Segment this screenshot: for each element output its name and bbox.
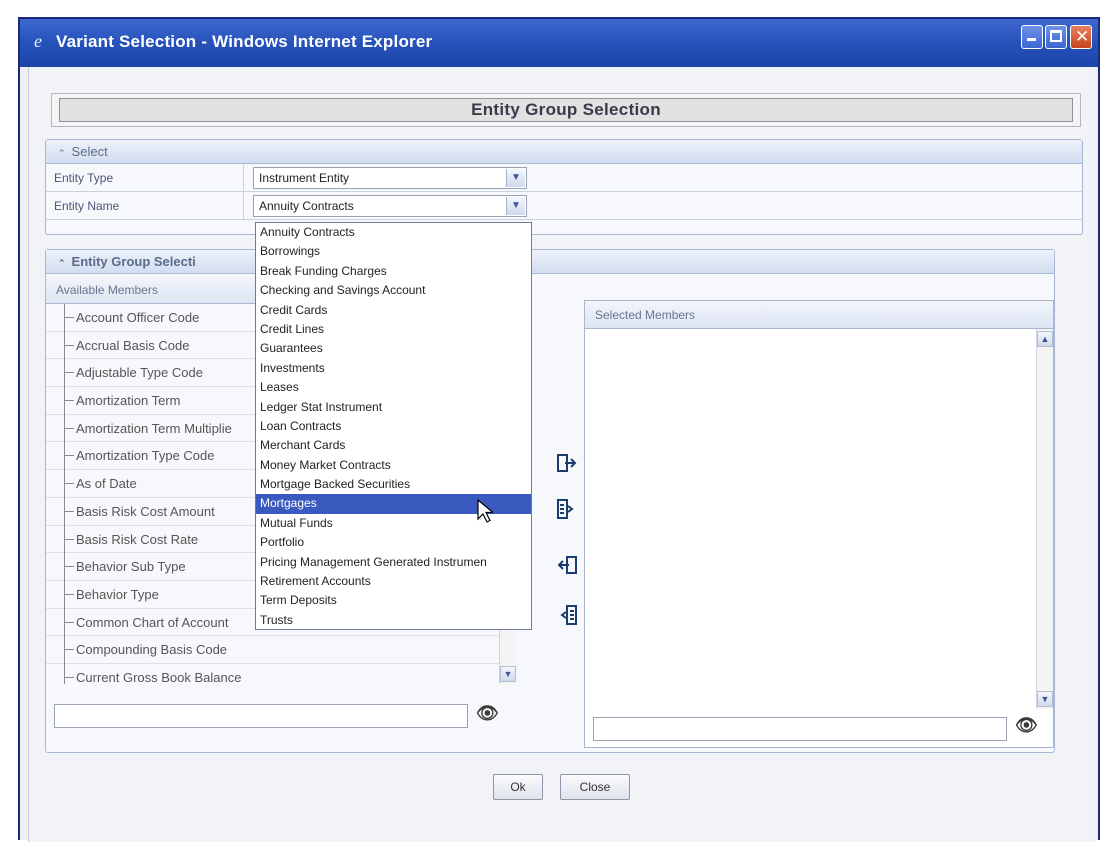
entity-name-dropdown-list[interactable]: Annuity Contracts Borrowings Break Funding… — [255, 222, 532, 630]
page-title: Entity Group Selection — [59, 98, 1073, 122]
window-title: Variant Selection - Windows Internet Exp… — [56, 32, 433, 51]
move-right-icon — [557, 454, 577, 472]
dropdown-option[interactable]: Trusts — [256, 611, 531, 630]
select-panel: ⌃ Select Entity Type Instrument Entity ▼ … — [45, 139, 1083, 235]
entity-type-value: Instrument Entity — [259, 171, 350, 185]
entity-group-panel: ⌃ Entity Group Selecti Available Members … — [45, 249, 1055, 753]
chevron-down-icon[interactable]: ▼ — [506, 169, 525, 187]
dropdown-option[interactable]: Leases — [256, 378, 531, 397]
dropdown-option[interactable]: Portfolio — [256, 533, 531, 552]
entity-name-select[interactable]: Annuity Contracts ▼ — [253, 195, 527, 217]
page-content: Entity Group Selection ⌃ Select Entity Ty… — [28, 67, 1095, 842]
minimize-button[interactable] — [1021, 25, 1043, 49]
dropdown-option[interactable]: Credit Cards — [256, 301, 531, 320]
dropdown-option[interactable]: Retirement Accounts — [256, 572, 531, 591]
dropdown-option[interactable]: Checking and Savings Account — [256, 281, 531, 300]
move-all-right-button[interactable] — [556, 498, 578, 520]
entity-type-select[interactable]: Instrument Entity ▼ — [253, 167, 527, 189]
scroll-down-icon[interactable]: ▼ — [500, 666, 516, 682]
chevron-down-icon[interactable]: ▼ — [506, 197, 525, 215]
available-search-input[interactable] — [54, 704, 468, 728]
dropdown-option[interactable]: Annuity Contracts — [256, 223, 531, 242]
dropdown-option[interactable]: Money Market Contracts — [256, 456, 531, 475]
dropdown-option[interactable]: Guarantees — [256, 339, 531, 358]
maximize-button[interactable] — [1045, 25, 1067, 49]
dropdown-option[interactable]: Break Funding Charges — [256, 262, 531, 281]
find-icon[interactable]: 👁 — [1015, 715, 1038, 736]
find-icon[interactable]: 👁 — [476, 703, 499, 724]
close-button[interactable]: Close — [560, 774, 630, 800]
move-all-left-icon — [560, 605, 577, 625]
entity-name-value: Annuity Contracts — [259, 199, 354, 213]
collapse-icon: ⌃ — [58, 258, 66, 268]
dropdown-option[interactable]: Loan Contracts — [256, 417, 531, 436]
list-item[interactable]: Current Gross Book Balance — [46, 664, 516, 684]
move-all-right-icon — [557, 499, 574, 519]
minimize-icon — [1027, 38, 1036, 41]
dropdown-option[interactable]: Borrowings — [256, 242, 531, 261]
ie-icon: e — [34, 31, 42, 51]
entity-group-panel-title: Entity Group Selecti — [71, 254, 196, 269]
selected-members-header: Selected Members — [585, 301, 1053, 329]
dropdown-option[interactable]: Mortgage Backed Securities — [256, 475, 531, 494]
selected-scrollbar[interactable]: ▲ ▼ — [1036, 329, 1053, 709]
move-left-button[interactable] — [556, 554, 578, 576]
page-header: Entity Group Selection — [51, 93, 1081, 127]
ok-button[interactable]: Ok — [493, 774, 543, 800]
dropdown-option[interactable]: Ledger Stat Instrument — [256, 398, 531, 417]
entity-group-panel-header[interactable]: ⌃ Entity Group Selecti — [46, 250, 1054, 274]
entity-type-row: Entity Type Instrument Entity ▼ — [46, 164, 1082, 192]
collapse-icon: ⌃ — [58, 148, 66, 158]
title-bar[interactable]: e Variant Selection - Windows Internet E… — [20, 19, 1098, 67]
move-all-left-button[interactable] — [556, 604, 578, 626]
scroll-up-icon[interactable]: ▲ — [1037, 331, 1053, 347]
select-panel-title: Select — [71, 144, 108, 159]
dropdown-option[interactable]: Credit Lines — [256, 320, 531, 339]
entity-name-label: Entity Name — [54, 199, 120, 213]
select-panel-header[interactable]: ⌃ Select — [46, 140, 1082, 164]
close-icon: ✕ — [1075, 27, 1090, 47]
entity-type-label: Entity Type — [54, 171, 114, 185]
selected-members-pane: Selected Members ▲ ▼ 👁 — [584, 300, 1054, 748]
tree-connector — [64, 304, 65, 684]
dropdown-option[interactable]: Term Deposits — [256, 591, 531, 610]
selected-members-list[interactable] — [585, 329, 1035, 709]
maximize-icon — [1050, 30, 1062, 42]
browser-window: e Variant Selection - Windows Internet E… — [18, 17, 1100, 842]
dropdown-option[interactable]: Investments — [256, 359, 531, 378]
scroll-down-icon[interactable]: ▼ — [1037, 691, 1053, 707]
selected-search-input[interactable] — [593, 717, 1007, 741]
dropdown-option[interactable]: Pricing Management Generated Instrumen — [256, 553, 531, 572]
move-right-button[interactable] — [556, 452, 578, 474]
entity-name-row: Entity Name Annuity Contracts ▼ — [46, 192, 1082, 220]
move-left-icon — [557, 556, 577, 574]
close-window-button[interactable]: ✕ — [1070, 25, 1092, 49]
mouse-cursor-icon — [477, 498, 495, 528]
list-item[interactable]: Compounding Basis Code — [46, 636, 516, 664]
dropdown-option[interactable]: Merchant Cards — [256, 436, 531, 455]
